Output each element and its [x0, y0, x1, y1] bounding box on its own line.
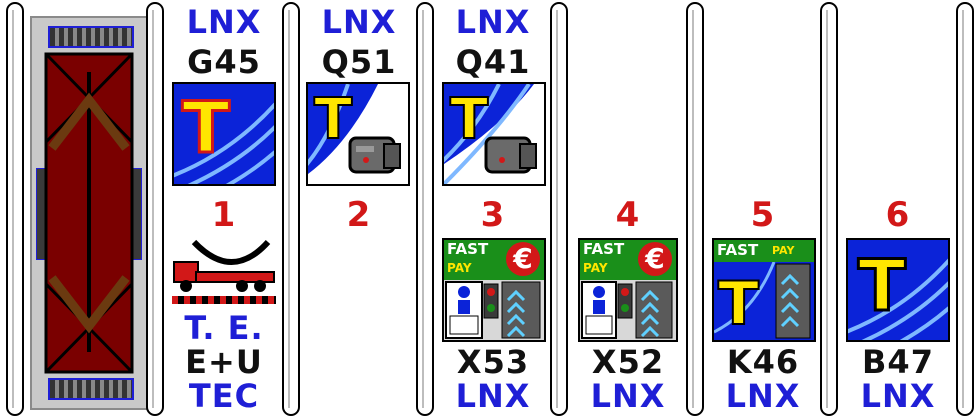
lane-6[interactable]: 6 T B47 LNX: [840, 0, 956, 418]
lane-5[interactable]: 5 FAST PAY T K46 LNX: [706, 0, 820, 418]
lane-3-number: 3: [480, 195, 506, 235]
chevron-up-icon: [775, 263, 811, 339]
fastpay-label-bottom: PAY: [447, 261, 472, 275]
fastpay-label-top: FAST: [717, 241, 759, 259]
panel-top-cap: [48, 26, 134, 48]
euro-icon: €: [638, 242, 672, 276]
lane-1-icon-code: G45: [187, 43, 261, 81]
lane-4-number: 4: [615, 195, 641, 235]
fastpay-label-top: FAST: [583, 240, 625, 258]
lane-3-bottom-network: LNX: [455, 377, 531, 415]
svg-text:T: T: [450, 87, 488, 152]
double-arrow-icon: [44, 52, 134, 374]
lane-5-bottom-code: K46: [726, 343, 800, 381]
lane-direction-panel[interactable]: [30, 16, 148, 410]
lane-6-bottom-network: LNX: [860, 377, 936, 415]
lane-3-toll-tile[interactable]: T: [442, 82, 546, 186]
euro-icon: €: [506, 242, 540, 276]
lane-divider: [6, 2, 24, 416]
crane-truck-icon: [172, 239, 276, 304]
lane-divider: [416, 2, 434, 416]
fastpay-banner: FAST PAY €: [444, 240, 544, 280]
lane-divider: [146, 2, 164, 416]
lane-divider: [956, 2, 974, 416]
lane-6-number: 6: [885, 195, 911, 235]
fastpay-label-bottom: PAY: [583, 261, 608, 275]
lane-1-bottom-line-1: T. E.: [184, 309, 264, 347]
lane-6-bottom-code: B47: [862, 343, 934, 381]
telepass-t-icon: T: [848, 244, 948, 340]
lane-4-bottom-network: LNX: [590, 377, 666, 415]
lane-2-top-code: LNX: [321, 3, 397, 41]
lane-3-fastpay-tile[interactable]: FAST PAY €: [442, 238, 546, 342]
lane-divider: [282, 2, 300, 416]
lane-1[interactable]: LNX G45 T 1 T. E. E+U TEC: [166, 0, 282, 418]
camera-icon: T: [444, 84, 537, 184]
panel-bottom-cap: [48, 378, 134, 400]
lane-2[interactable]: LNX Q51 T 2: [302, 0, 416, 418]
telepass-t-icon: T: [174, 86, 274, 184]
lane-4[interactable]: 4 FAST PAY € X52 LNX: [570, 0, 686, 418]
fastpay-banner: FAST PAY €: [580, 240, 676, 280]
lane-divider: [550, 2, 568, 416]
lane-3-icon-code: Q41: [455, 43, 531, 81]
fastpay-label-bottom: PAY: [772, 244, 795, 257]
lane-1-number: 1: [211, 195, 237, 235]
fastpay-label-top: FAST: [447, 240, 489, 258]
lane-5-bottom-network: LNX: [725, 377, 801, 415]
lane-3-top-code: LNX: [455, 3, 531, 41]
lane-1-bottom-line-2: E+U: [185, 343, 263, 381]
lane-6-toll-tile[interactable]: T: [846, 238, 950, 342]
lane-1-bottom-line-3: TEC: [188, 377, 260, 415]
lane-2-icon-code: Q51: [321, 43, 397, 81]
fastpay-banner: FAST PAY: [714, 240, 814, 262]
lane-2-number: 2: [346, 195, 372, 235]
lane-2-toll-tile[interactable]: T: [306, 82, 410, 186]
lane-3[interactable]: LNX Q41 T 3 FAST PAY € X53 LNX: [436, 0, 550, 418]
svg-text:T: T: [182, 87, 230, 169]
telepass-t-icon: T: [718, 269, 759, 339]
lane-5-fastpay-tile[interactable]: FAST PAY T: [712, 238, 816, 342]
lane-4-fastpay-tile[interactable]: FAST PAY €: [578, 238, 678, 342]
lane-divider: [820, 2, 838, 416]
lane-5-number: 5: [750, 195, 776, 235]
svg-text:T: T: [858, 245, 906, 327]
lane-3-bottom-code: X53: [456, 343, 530, 381]
camera-icon: T: [308, 84, 401, 174]
lane-1-top-code: LNX: [186, 3, 262, 41]
lane-4-bottom-code: X52: [591, 343, 665, 381]
svg-text:T: T: [314, 87, 352, 152]
lane-divider: [686, 2, 704, 416]
lane-1-toll-tile[interactable]: T: [172, 82, 276, 186]
